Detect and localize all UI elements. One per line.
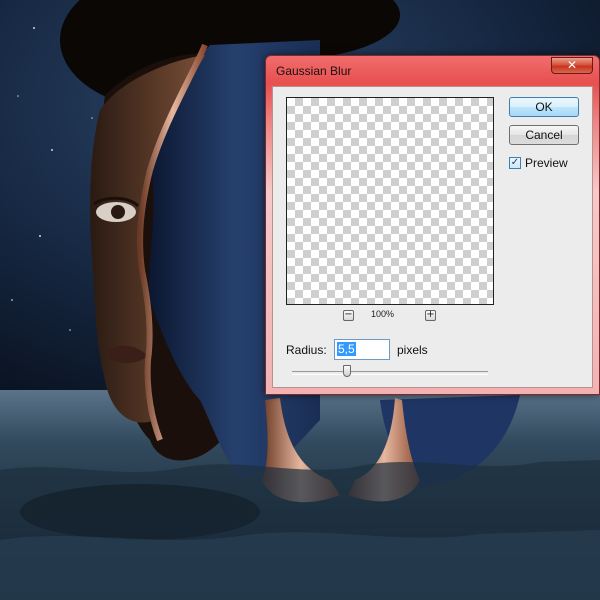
radius-value: 5,5	[337, 342, 356, 356]
blur-preview-pane[interactable]	[286, 97, 494, 305]
preview-label[interactable]: Preview	[525, 156, 568, 170]
radius-slider-track[interactable]	[292, 371, 488, 375]
zoom-out-button[interactable]: −	[343, 310, 354, 321]
dialog-body: − 100% + OK Cancel ✓ Preview Radius: 5,5…	[272, 86, 593, 388]
dialog-titlebar[interactable]: Gaussian Blur ✕	[266, 56, 599, 86]
gaussian-blur-dialog: Gaussian Blur ✕ − 100% + OK Cancel ✓ Pre…	[265, 55, 600, 395]
radius-slider-thumb[interactable]	[342, 365, 351, 377]
zoom-in-icon: +	[426, 309, 435, 320]
radius-unit-label: pixels	[397, 343, 428, 357]
radius-input[interactable]: 5,5	[334, 339, 390, 360]
radius-label: Radius:	[286, 343, 327, 357]
dialog-title: Gaussian Blur	[276, 64, 352, 78]
zoom-in-button[interactable]: +	[425, 310, 436, 321]
preview-checkbox[interactable]: ✓	[509, 157, 521, 169]
ok-button[interactable]: OK	[509, 97, 579, 117]
close-icon: ✕	[566, 58, 578, 72]
close-button[interactable]: ✕	[551, 57, 593, 74]
check-icon: ✓	[510, 157, 520, 168]
zoom-level: 100%	[371, 309, 395, 319]
zoom-out-icon: −	[344, 309, 353, 320]
cancel-button[interactable]: Cancel	[509, 125, 579, 145]
